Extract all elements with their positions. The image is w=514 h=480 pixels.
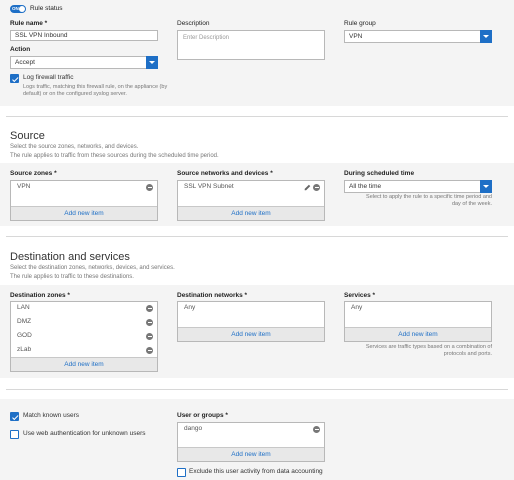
edit-icon[interactable] — [304, 184, 311, 191]
list-item: LAN — [11, 302, 157, 316]
remove-icon[interactable] — [146, 347, 153, 354]
toggle-on-text: ON — [12, 6, 19, 11]
services-hint-line1: Services are traffic types based on a co… — [365, 344, 492, 350]
schedule-hint-line2: day of the week. — [451, 201, 492, 207]
destination-zones-list: LAN DMZ GOD zLab Add new item — [10, 301, 158, 372]
schedule-hint: Select to apply the rule to a specific t… — [344, 194, 492, 208]
users-label: User or groups * — [177, 412, 228, 419]
chevron-down-icon — [480, 30, 492, 43]
users-list: dango Add new item — [177, 422, 325, 462]
rule-group-select[interactable]: VPN — [344, 30, 492, 43]
action-value: Accept — [15, 59, 35, 66]
list-item: Any — [345, 302, 491, 316]
services-hint-line2: protocols and ports. — [443, 351, 492, 357]
rule-group-label: Rule group — [344, 20, 376, 27]
destination-networks-label: Destination networks * — [177, 292, 248, 299]
destination-zones-label: Destination zones * — [10, 292, 70, 299]
log-traffic-hint: Logs traffic, matching this firewall rul… — [23, 84, 178, 98]
list-item: GOD — [11, 330, 157, 344]
exclude-accounting-checkbox[interactable] — [177, 468, 186, 477]
services-list: Any Add new item — [344, 301, 492, 342]
action-select[interactable]: Accept — [10, 56, 158, 69]
rule-group-value: VPN — [349, 33, 363, 40]
services-hint: Services are traffic types based on a co… — [344, 344, 492, 358]
list-item-label: dango — [184, 425, 203, 432]
list-item: VPN — [11, 181, 157, 195]
divider — [6, 236, 508, 237]
services-label: Services * — [344, 292, 376, 299]
list-item-label: LAN — [17, 304, 30, 311]
chevron-down-icon — [146, 56, 158, 69]
list-item-label: Any — [351, 304, 363, 311]
remove-icon[interactable] — [146, 333, 153, 340]
rule-name-label: Rule name * — [10, 20, 48, 27]
action-label: Action — [10, 46, 31, 53]
web-auth-checkbox[interactable] — [10, 430, 19, 439]
source-subtitle-2: The rule applies to traffic from these s… — [10, 153, 219, 159]
destination-title: Destination and services — [10, 251, 130, 263]
list-item-label: Any — [184, 304, 196, 311]
remove-icon[interactable] — [146, 319, 153, 326]
schedule-hint-line1: Select to apply the rule to a specific t… — [366, 194, 492, 200]
list-item-label: SSL VPN Subnet — [184, 183, 234, 190]
web-auth-label: Use web authentication for unknown users — [23, 430, 146, 437]
rule-status-toggle[interactable]: ON — [10, 5, 26, 13]
list-item-label: GOD — [17, 332, 32, 339]
add-new-item-button[interactable]: Add new item — [178, 206, 324, 220]
description-textarea[interactable]: Enter Description — [177, 30, 325, 60]
list-item-label: zLab — [17, 346, 32, 353]
source-zones-label: Source zones * — [10, 170, 57, 177]
divider — [6, 116, 508, 117]
list-item: DMZ — [11, 316, 157, 330]
source-zones-list: VPN Add new item — [10, 180, 158, 221]
log-traffic-label: Log firewall traffic — [23, 74, 74, 81]
source-subtitle-1: Select the source zones, networks, and d… — [10, 144, 139, 150]
match-known-users-label: Match known users — [23, 412, 79, 419]
schedule-value: All the time — [349, 183, 382, 190]
remove-icon[interactable] — [313, 426, 320, 433]
add-new-item-button[interactable]: Add new item — [345, 327, 491, 341]
list-item: zLab — [11, 344, 157, 358]
description-label: Description — [177, 20, 210, 27]
list-item-label: VPN — [17, 183, 31, 190]
schedule-label: During scheduled time — [344, 170, 415, 177]
remove-icon[interactable] — [146, 305, 153, 312]
log-traffic-hint-line2: default) or on the configured syslog ser… — [23, 91, 127, 97]
source-title: Source — [10, 130, 45, 142]
source-networks-label: Source networks and devices * — [177, 170, 273, 177]
add-new-item-button[interactable]: Add new item — [178, 447, 324, 461]
list-item: Any — [178, 302, 324, 316]
rule-name-input[interactable]: SSL VPN Inbound — [10, 30, 158, 41]
list-item: dango — [178, 423, 324, 437]
log-traffic-hint-line1: Logs traffic, matching this firewall rul… — [23, 84, 168, 90]
remove-icon[interactable] — [313, 184, 320, 191]
rule-status-label: Rule status — [30, 5, 63, 12]
chevron-down-icon — [480, 180, 492, 193]
add-new-item-button[interactable]: Add new item — [178, 327, 324, 341]
add-new-item-button[interactable]: Add new item — [11, 357, 157, 371]
destination-networks-list: Any Add new item — [177, 301, 325, 342]
remove-icon[interactable] — [146, 184, 153, 191]
schedule-select[interactable]: All the time — [344, 180, 492, 193]
destination-subtitle-1: Select the destination zones, networks, … — [10, 265, 175, 271]
exclude-accounting-label: Exclude this user activity from data acc… — [189, 468, 323, 475]
match-known-users-checkbox[interactable] — [10, 412, 19, 421]
destination-subtitle-2: The rule applies to traffic to these des… — [10, 274, 134, 280]
log-traffic-checkbox[interactable] — [10, 74, 19, 83]
source-networks-list: SSL VPN Subnet Add new item — [177, 180, 325, 221]
list-item: SSL VPN Subnet — [178, 181, 324, 195]
divider — [6, 389, 508, 390]
add-new-item-button[interactable]: Add new item — [11, 206, 157, 220]
list-item-label: DMZ — [17, 318, 32, 325]
